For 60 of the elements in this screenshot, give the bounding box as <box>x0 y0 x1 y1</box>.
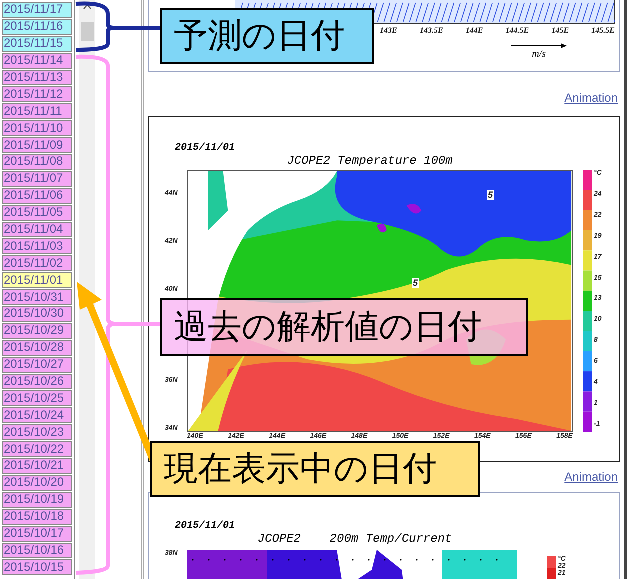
axis-tick-label: 145E <box>552 26 570 35</box>
scroll-up-icon[interactable] <box>82 4 92 10</box>
map-title: JCOPE2 200m Temp/Current <box>256 532 454 546</box>
map-title: JCOPE2 Temperature 100m <box>286 154 454 168</box>
date-button[interactable]: 2015/11/09 <box>2 137 72 154</box>
date-button[interactable]: 2015/11/03 <box>2 238 72 254</box>
contour-label: 5 <box>487 190 494 200</box>
date-button[interactable]: 2015/10/17 <box>2 526 72 542</box>
callout-label: 過去の解析値の日付 <box>160 298 528 356</box>
date-button[interactable]: 2015/10/22 <box>2 441 72 458</box>
leader-line <box>116 322 160 326</box>
animation-link[interactable]: Animation <box>564 470 618 484</box>
axis-tick-label: 143E <box>380 26 398 35</box>
date-button[interactable]: 2015/11/16 <box>2 18 72 35</box>
bracket <box>76 2 116 52</box>
date-button[interactable]: 2015/10/28 <box>2 340 72 356</box>
date-button[interactable]: 2015/10/29 <box>2 322 72 339</box>
date-button[interactable]: 2015/10/20 <box>2 474 72 491</box>
leader-line <box>114 26 160 30</box>
map-date: 2015/11/01 <box>175 143 236 154</box>
date-button[interactable]: 2015/11/15 <box>2 36 72 52</box>
date-button[interactable]: 2015/11/05 <box>2 204 72 221</box>
scale-arrow-icon <box>511 43 568 49</box>
date-button[interactable]: 2015/10/19 <box>2 492 72 508</box>
contour-label: 5 <box>412 278 420 288</box>
date-button[interactable]: 2015/10/31 <box>2 289 72 306</box>
date-button[interactable]: 2015/11/12 <box>2 86 72 102</box>
date-button[interactable]: 2015/11/07 <box>2 170 72 187</box>
date-button[interactable]: 2015/10/21 <box>2 458 72 474</box>
date-button[interactable]: 2015/11/06 <box>2 188 72 204</box>
scroll-thumb[interactable] <box>80 22 94 41</box>
axis-tick-label: 143.5E <box>420 26 444 35</box>
map-date: 2015/11/01 <box>175 521 236 532</box>
colorbar-drawing <box>547 556 556 579</box>
date-button[interactable]: 2015/11/14 <box>2 52 72 69</box>
date-button[interactable]: 2015/10/25 <box>2 390 72 406</box>
date-button[interactable]: 2015/10/23 <box>2 424 72 440</box>
date-button[interactable]: 2015/10/26 <box>2 374 72 390</box>
date-button[interactable]: 2015/10/30 <box>2 306 72 322</box>
axis-tick-label: 144.5E <box>506 26 530 35</box>
date-button[interactable]: 2015/11/04 <box>2 222 72 238</box>
axis-tick-label: 145.5E <box>592 26 615 35</box>
date-button[interactable]: 2015/11/02 <box>2 255 72 272</box>
date-button[interactable]: 2015/10/27 <box>2 356 72 373</box>
date-button[interactable]: 2015/11/10 <box>2 120 72 136</box>
callout-label: 現在表示中の日付 <box>150 441 480 497</box>
animation-link[interactable]: Animation <box>564 91 618 105</box>
date-button[interactable]: 2015/10/24 <box>2 407 72 424</box>
date-button[interactable]: 2015/11/08 <box>2 154 72 170</box>
callout-label: 予測の日付 <box>160 8 374 64</box>
date-button[interactable]: 2015/11/11 <box>2 103 72 120</box>
date-button[interactable]: 2015/11/17 <box>2 2 72 18</box>
date-button[interactable]: 2015/10/16 <box>2 542 72 558</box>
scrollbar[interactable] <box>79 0 96 579</box>
date-button[interactable]: 2015/10/18 <box>2 508 72 525</box>
date-button[interactable]: 2015/11/13 <box>2 70 72 86</box>
date-button[interactable]: 2015/11/01 <box>2 272 72 288</box>
date-button[interactable]: 2015/10/15 <box>2 559 72 576</box>
vector-scale-label: m/s <box>532 49 546 60</box>
axis-tick-label: 144E <box>466 26 484 35</box>
